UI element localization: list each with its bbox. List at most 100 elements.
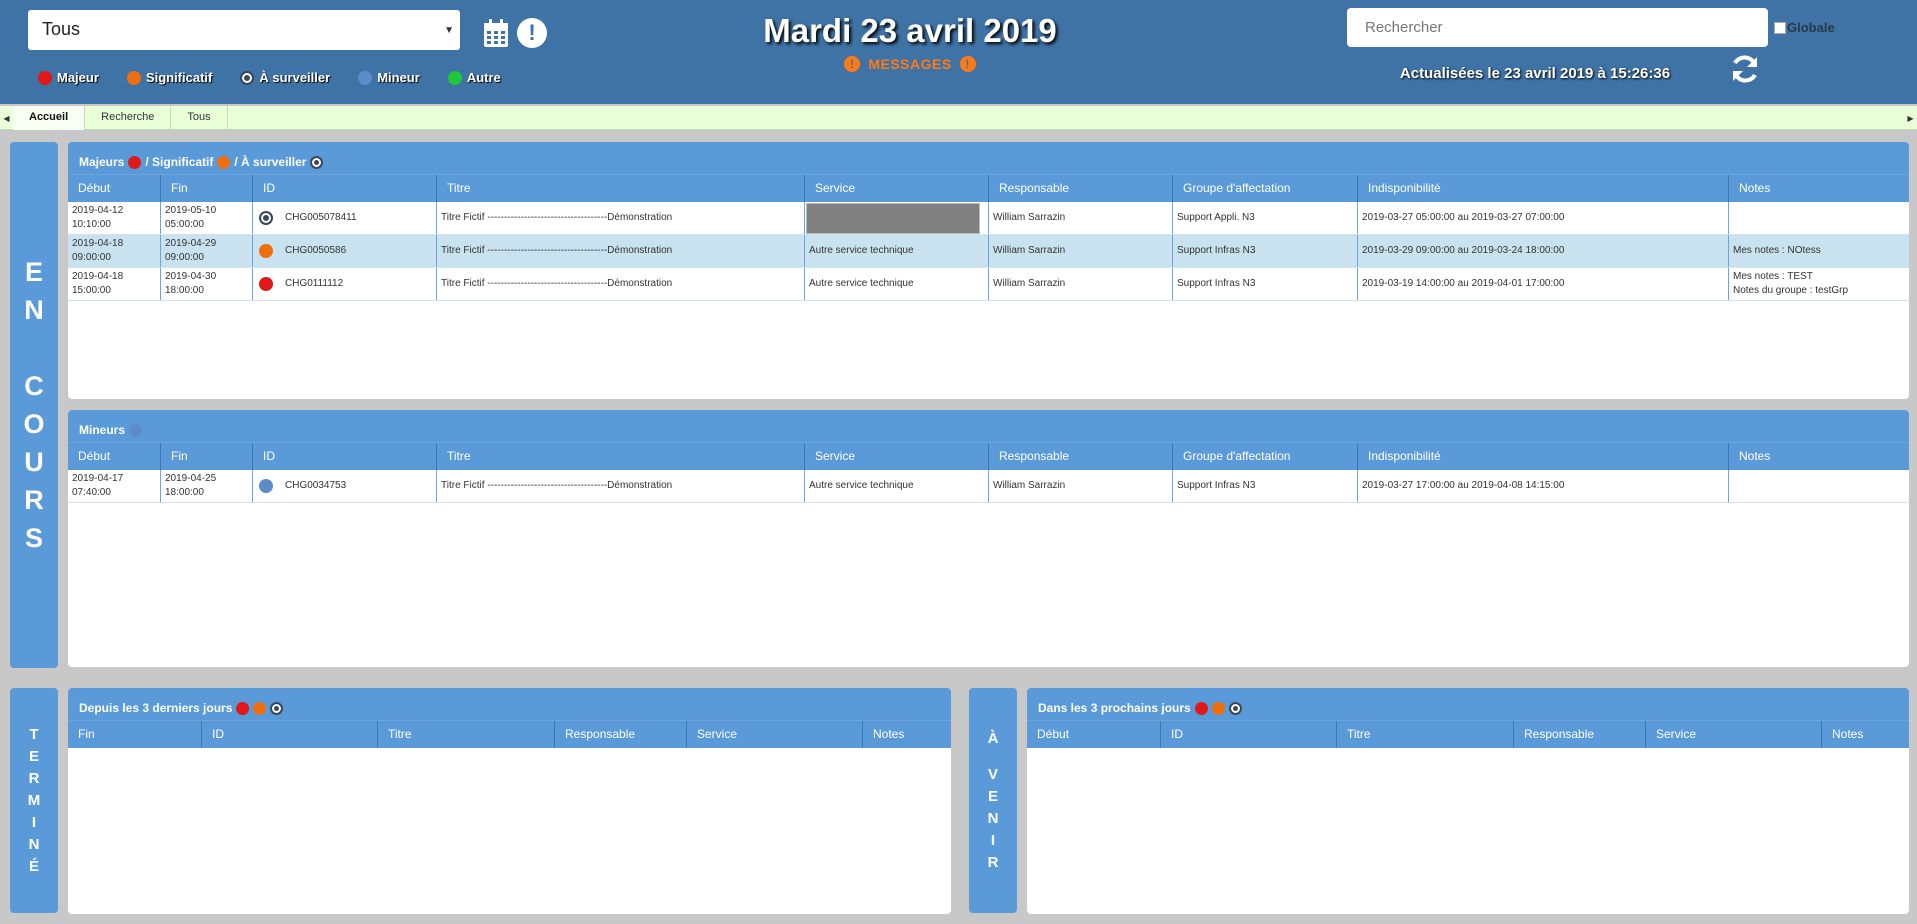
table-row[interactable]: 2019-04-17 07:40:00 2019-04-25 18:00:00 CH… [68,470,1909,503]
cell-id[interactable]: CHG005078411 [252,202,436,234]
column-header[interactable]: Début [1027,721,1160,748]
column-header[interactable]: Notes [1728,175,1907,202]
column-header[interactable]: Titre [436,443,804,470]
cell-notes: Mes notes : NOtess [1728,235,1907,267]
column-header[interactable]: Fin [160,175,252,202]
side-letter: O [23,409,45,439]
column-header[interactable]: Titre [377,721,554,748]
table-row[interactable]: 2019-04-18 15:00:00 2019-04-30 18:00:00 CH… [68,268,1909,301]
tab-tous[interactable]: Tous [171,106,228,130]
legend-label: Mineur [377,70,420,85]
column-header[interactable]: Notes [1821,721,1909,748]
refresh-icon[interactable] [1728,52,1762,86]
title-majeurs: Majeurs [79,155,125,169]
column-header[interactable]: Notes [1728,443,1907,470]
cell-groupe: Support Infras N3 [1172,268,1357,300]
legend-label: Autre [466,70,501,85]
red-dot-icon [259,277,273,291]
legend-significatif: Significatif [126,70,212,85]
column-header[interactable]: ID [201,721,377,748]
column-header[interactable]: Groupe d'affectation [1172,443,1357,470]
globale-label: Globale [1787,20,1835,35]
column-header[interactable]: ID [252,175,436,202]
tab-accueil[interactable]: Accueil [13,106,86,130]
tab-bar: ◀ Accueil Recherche Tous ▶ [0,106,1917,130]
time: 07:40:00 [72,487,111,498]
column-header[interactable]: Titre [436,175,804,202]
column-header[interactable]: Fin [68,721,201,748]
column-header[interactable]: Service [804,175,988,202]
column-header[interactable]: ID [252,443,436,470]
side-letter: R [987,853,999,871]
side-letter: M [27,791,41,809]
column-header[interactable]: Responsable [554,721,686,748]
page-title: Mardi 23 avril 2019 [763,12,1057,49]
panel-header: Mineurs Début Fin ID Titre Service Respo… [68,410,1909,470]
date: 2019-04-12 [72,205,124,216]
side-letter: I [990,831,996,849]
blue-dot-icon [358,70,373,85]
column-header[interactable]: Service [1645,721,1821,748]
table-header: Fin ID Titre Responsable Service Notes [68,720,951,748]
column-header[interactable]: Service [686,721,862,748]
cell-debut: 2019-04-18 09:00:00 [68,235,160,267]
tab-scroll-right-icon[interactable]: ▶ [1904,106,1917,130]
cell-id[interactable]: CHG0111112 [252,268,436,300]
column-header[interactable]: Titre [1336,721,1513,748]
cell-id[interactable]: CHG0050586 [252,235,436,267]
side-letter: E [24,257,43,287]
alert-icon[interactable]: ! [517,18,547,48]
table-header: Début Fin ID Titre Service Responsable G… [68,174,1909,202]
globale-checkbox[interactable] [1774,21,1786,34]
cell-id[interactable]: CHG0034753 [252,470,436,502]
column-header[interactable]: Début [68,443,160,470]
side-letter: U [24,447,44,477]
title-mineurs: Mineurs [79,423,126,437]
table-row[interactable]: 2019-04-18 09:00:00 2019-04-29 09:00:00 CH… [68,235,1909,268]
column-header[interactable]: Début [68,175,160,202]
calendar-icon[interactable] [483,18,509,48]
legend-majeur: Majeur [38,70,99,85]
table-header: Début Fin ID Titre Service Responsable G… [68,442,1909,470]
column-header[interactable]: Notes [862,721,950,748]
tab-recherche[interactable]: Recherche [85,106,172,130]
cell-indisponibilite: 2019-03-29 09:00:00 au 2019-03-24 18:00:… [1357,235,1728,267]
target-icon [270,701,284,715]
side-label-a-venir: À V E N I R [969,688,1017,913]
cell-debut: 2019-04-12 10:10:00 [68,202,160,234]
red-dot-icon [38,70,52,85]
globale-toggle[interactable]: Globale [1774,20,1835,35]
cell-responsable: William Sarrazin [988,202,1172,234]
column-header[interactable]: Groupe d'affectation [1172,175,1357,202]
filter-select[interactable]: Tous ▼ [28,10,460,50]
time: 10:10:00 [72,219,111,230]
side-letter: V [987,765,998,783]
column-header[interactable]: Responsable [988,175,1172,202]
side-letter: R [28,769,40,787]
column-header[interactable]: Responsable [1513,721,1645,748]
time: 09:00:00 [72,252,111,263]
column-header[interactable]: ID [1160,721,1336,748]
search-input[interactable]: Rechercher [1347,8,1768,47]
messages-link[interactable]: ! MESSAGES! [820,56,1000,72]
column-header[interactable]: Service [804,443,988,470]
table-row[interactable]: 2019-04-12 10:10:00 2019-05-10 05:00:00 CH… [68,202,1909,235]
tab-scroll-left-icon[interactable]: ◀ [0,106,13,130]
cell-groupe: Support Infras N3 [1172,235,1357,267]
column-header[interactable]: Indisponibilité [1357,175,1728,202]
cell-responsable: William Sarrazin [988,470,1172,502]
time: 15:00:00 [72,285,111,296]
column-header[interactable]: Fin [160,443,252,470]
column-header[interactable]: Responsable [988,443,1172,470]
note-line: Mes notes : NOtess [1733,245,1821,256]
date: 2019-04-30 [165,271,217,282]
side-letter: I [31,813,37,831]
warning-icon: ! [959,56,976,72]
column-header[interactable]: Indisponibilité [1357,443,1728,470]
severity-legend: Majeur Significatif À surveiller Mineur … [38,70,501,85]
cell-service: Autre service technique [804,470,988,502]
legend-label: À surveiller [259,70,331,85]
cell-fin: 2019-05-10 05:00:00 [160,202,252,234]
next-3-days-panel: Dans les 3 prochains jours Début ID Titr… [1027,688,1909,914]
cell-debut: 2019-04-17 07:40:00 [68,470,160,502]
